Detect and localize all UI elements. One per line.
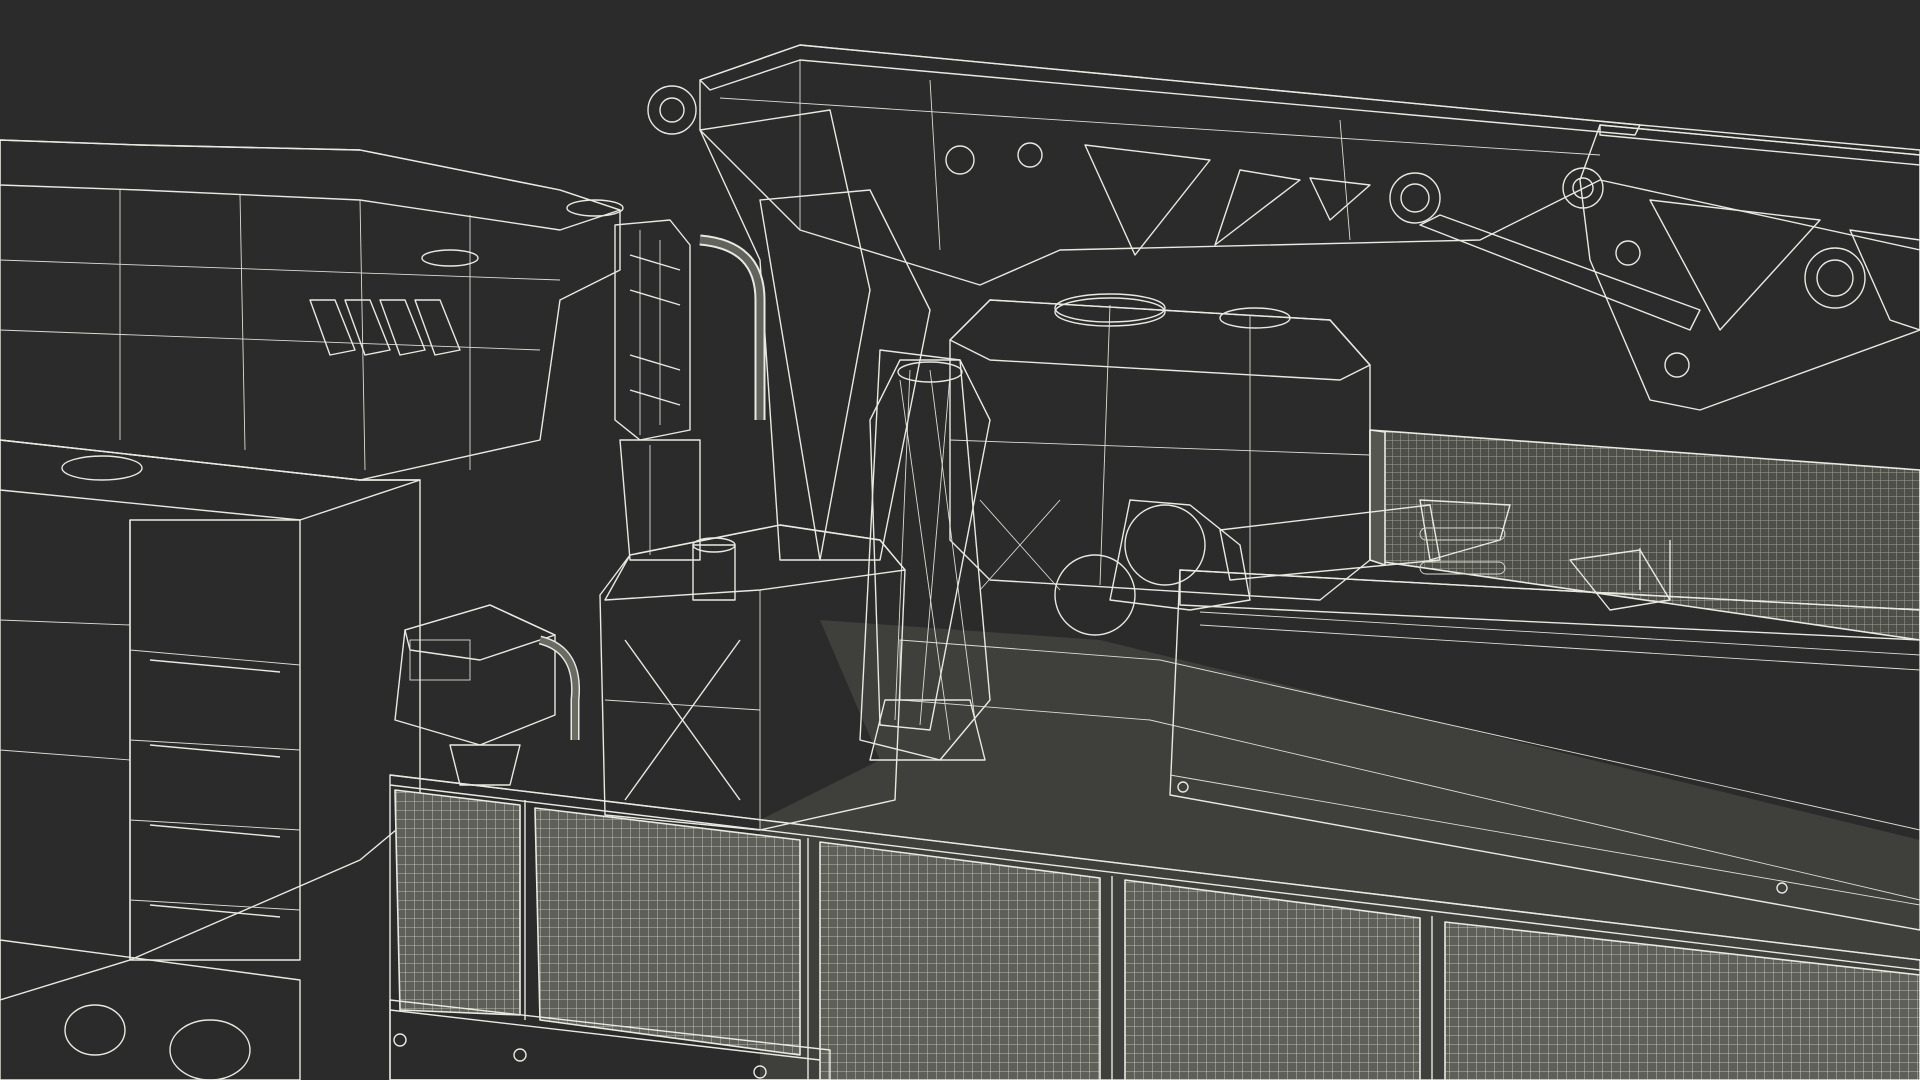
hydraulic-tank	[949, 293, 1371, 636]
rear-bed-mesh-wall	[1369, 429, 1920, 641]
battery-box	[394, 604, 581, 786]
crane-boom-arm	[647, 44, 1920, 331]
wireframe-scene	[0, 44, 1920, 1080]
valve-handles	[629, 254, 681, 406]
crane-boom-extension	[1579, 124, 1920, 411]
hood-vents	[309, 299, 461, 356]
cab-body	[0, 439, 421, 1080]
valve-block	[614, 219, 766, 561]
engine-hood	[0, 139, 624, 481]
render-viewport	[0, 0, 1920, 1080]
